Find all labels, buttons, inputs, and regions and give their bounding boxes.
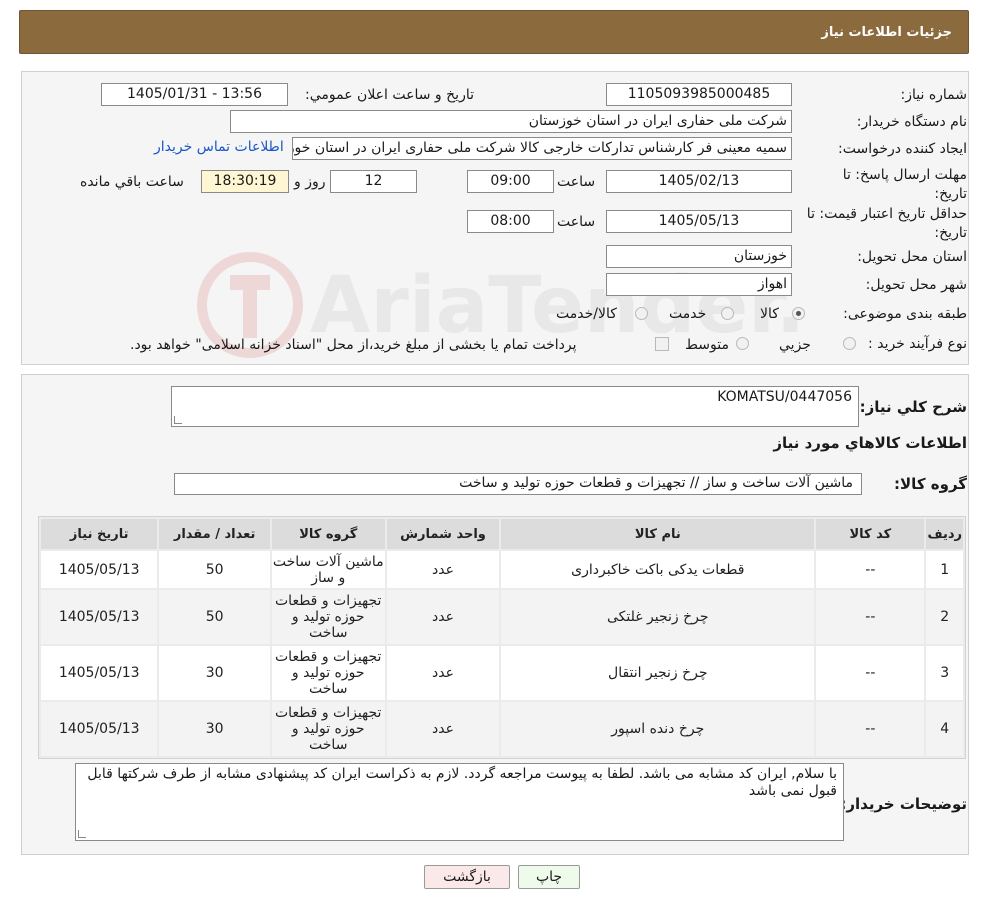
province-field: خوزستان — [606, 245, 792, 268]
process-medium-radio[interactable] — [736, 337, 749, 350]
cell-need-date: 1405/05/13 — [41, 590, 158, 644]
validity-label: حداقل تاريخ اعتبار قيمت: تا تاريخ: — [806, 206, 967, 241]
remaining-time-field: 18:30:19 — [201, 170, 289, 193]
treasury-note: پرداخت تمام يا بخشی از مبلغ خريد،از محل … — [130, 337, 577, 353]
cell-row-number: 2 — [926, 590, 963, 644]
cell-unit: عدد — [386, 646, 500, 700]
cell-need-date: 1405/05/13 — [41, 551, 158, 588]
category-goods-label: کالا — [760, 306, 779, 322]
cell-quantity: 30 — [159, 702, 270, 756]
category-goods-radio[interactable] — [792, 307, 805, 320]
cell-item-group: تجهيزات و قطعات حوزه توليد و ساخت — [271, 646, 385, 700]
table-header-row: رديف کد کالا نام کالا واحد شمارش گروه کا… — [41, 519, 963, 549]
remaining-label: ساعت باقي مانده — [80, 174, 184, 190]
items-heading: اطلاعات کالاهاي مورد نياز — [773, 434, 967, 452]
col-header-unit: واحد شمارش — [386, 519, 500, 549]
process-minor-label: جزيي — [779, 337, 811, 353]
cell-item-group: تجهيزات و قطعات حوزه توليد و ساخت — [271, 590, 385, 644]
cell-need-date: 1405/05/13 — [41, 646, 158, 700]
cell-item-code: -- — [816, 590, 925, 644]
table-row: 1 -- قطعات یدکی باکت خاکبرداری عدد ماشين… — [41, 551, 963, 588]
cell-quantity: 50 — [159, 551, 270, 588]
cell-item-name: چرخ دنده اسپور — [501, 702, 815, 756]
cell-item-group: تجهيزات و قطعات حوزه توليد و ساخت — [271, 702, 385, 756]
cell-item-code: -- — [816, 551, 925, 588]
cell-item-name: قطعات یدکی باکت خاکبرداری — [501, 551, 815, 588]
category-label: طبقه بندی موضوعی: — [843, 306, 967, 322]
cell-item-group: ماشين آلات ساخت و ساز — [271, 551, 385, 588]
days-label: روز و — [294, 174, 326, 190]
deadline-label: مهلت ارسال پاسخ: تا تاريخ: — [842, 167, 967, 202]
validity-date-field: 1405/05/13 — [606, 210, 792, 233]
buyer-org-label: نام دستگاه خريدار: — [856, 114, 967, 130]
resize-grip-icon[interactable] — [174, 416, 182, 424]
summary-text: KOMATSU/0447056 — [717, 389, 852, 405]
category-goods-service-radio[interactable] — [635, 307, 648, 320]
back-button[interactable]: بازگشت — [424, 865, 510, 889]
process-label: نوع فرآيند خريد : — [868, 336, 967, 352]
col-header-item-code: کد کالا — [816, 519, 925, 549]
col-header-need-date: تاريخ نياز — [41, 519, 158, 549]
cell-row-number: 1 — [926, 551, 963, 588]
buyer-notes-textarea[interactable]: با سلام, ایران کد مشابه می باشد. لطفا به… — [75, 763, 844, 841]
city-field: اهواز — [606, 273, 792, 296]
city-label: شهر محل تحويل: — [865, 277, 967, 293]
process-medium-label: متوسط — [685, 337, 729, 353]
group-label: گروه کالا: — [894, 475, 967, 493]
group-field: ماشين آلات ساخت و ساز // تجهيزات و قطعات… — [174, 473, 862, 495]
cell-item-code: -- — [816, 702, 925, 756]
table-row: 3 -- چرخ زنجیر انتقال عدد تجهيزات و قطعا… — [41, 646, 963, 700]
col-header-item-name: نام کالا — [501, 519, 815, 549]
announce-datetime-field: 1405/01/31 - 13:56 — [101, 83, 288, 106]
cell-row-number: 3 — [926, 646, 963, 700]
process-minor-radio[interactable] — [843, 337, 856, 350]
col-header-quantity: تعداد / مقدار — [159, 519, 270, 549]
col-header-row-number: رديف — [926, 519, 963, 549]
announce-label: تاريخ و ساعت اعلان عمومي: — [305, 87, 474, 103]
summary-textarea[interactable]: KOMATSU/0447056 — [171, 386, 859, 427]
resize-grip-icon[interactable] — [78, 830, 86, 838]
cell-quantity: 50 — [159, 590, 270, 644]
creator-label: ايجاد کننده درخواست: — [838, 141, 967, 157]
category-service-label: خدمت — [669, 306, 707, 322]
cell-row-number: 4 — [926, 702, 963, 756]
deadline-time-label: ساعت — [557, 174, 596, 190]
buyer-contact-link[interactable]: اطلاعات تماس خريدار — [154, 139, 284, 155]
category-goods-service-label: کالا/خدمت — [556, 306, 617, 322]
cell-unit: عدد — [386, 590, 500, 644]
need-number-field: 1105093985000485 — [606, 83, 792, 106]
table-row: 4 -- چرخ دنده اسپور عدد تجهيزات و قطعات … — [41, 702, 963, 756]
cell-need-date: 1405/05/13 — [41, 702, 158, 756]
remaining-days-field: 12 — [330, 170, 417, 193]
cell-item-code: -- — [816, 646, 925, 700]
items-table: رديف کد کالا نام کالا واحد شمارش گروه کا… — [38, 516, 966, 759]
buyer-notes-label: توضيحات خريدار: — [840, 795, 967, 813]
validity-time-label: ساعت — [557, 214, 596, 230]
cell-unit: عدد — [386, 702, 500, 756]
need-number-label: شماره نياز: — [900, 87, 968, 103]
province-label: استان محل تحويل: — [857, 249, 967, 265]
validity-time-field: 08:00 — [467, 210, 554, 233]
creator-field: سمیه معینی فر کارشناس تدارکات خارجی کالا… — [292, 137, 792, 160]
cell-item-name: چرخ زنجیر غلتکی — [501, 590, 815, 644]
deadline-date-field: 1405/02/13 — [606, 170, 792, 193]
summary-label: شرح کلي نياز: — [859, 398, 967, 416]
cell-item-name: چرخ زنجیر انتقال — [501, 646, 815, 700]
page-header: جزئيات اطلاعات نياز — [19, 10, 969, 54]
page-title: جزئيات اطلاعات نياز — [821, 24, 952, 40]
buyer-notes-text: با سلام, ایران کد مشابه می باشد. لطفا به… — [87, 766, 837, 799]
buyer-org-field: شرکت ملی حفاری ایران در استان خوزستان — [230, 110, 792, 133]
print-button[interactable]: چاپ — [518, 865, 580, 889]
cell-quantity: 30 — [159, 646, 270, 700]
cell-unit: عدد — [386, 551, 500, 588]
col-header-item-group: گروه کالا — [271, 519, 385, 549]
treasury-checkbox[interactable] — [655, 337, 669, 351]
category-service-radio[interactable] — [721, 307, 734, 320]
table-row: 2 -- چرخ زنجیر غلتکی عدد تجهيزات و قطعات… — [41, 590, 963, 644]
deadline-time-field: 09:00 — [467, 170, 554, 193]
